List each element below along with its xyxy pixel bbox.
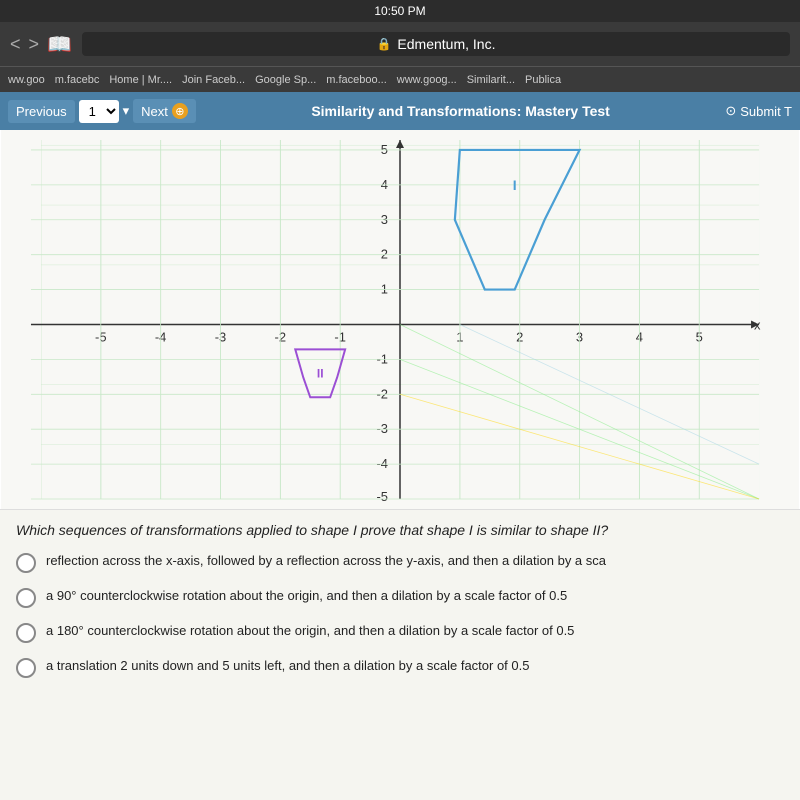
browser-nav-buttons: < > 📖: [10, 32, 72, 57]
bookmark-similar[interactable]: Similarit...: [467, 74, 515, 86]
forward-button[interactable]: >: [29, 32, 40, 57]
bookmark-wwwgoog[interactable]: www.goog...: [397, 74, 457, 86]
svg-text:-1: -1: [377, 351, 389, 366]
page-title: Similarity and Transformations: Mastery …: [200, 103, 721, 119]
bookmarks-bar: ww.goo m.facebc Home | Mr.... Join Faceb…: [0, 66, 800, 92]
option-text-4: a translation 2 units down and 5 units l…: [46, 657, 529, 675]
radio-button-3[interactable]: [16, 623, 36, 643]
bookmark-google[interactable]: ww.goo: [8, 74, 45, 86]
page-selector[interactable]: 1: [79, 100, 119, 123]
svg-text:II: II: [317, 366, 324, 380]
svg-text:1: 1: [381, 282, 388, 297]
svg-text:-4: -4: [377, 456, 389, 471]
previous-button[interactable]: Previous: [8, 100, 75, 123]
address-bar[interactable]: 🔒 Edmentum, Inc.: [82, 32, 790, 56]
radio-button-4[interactable]: [16, 658, 36, 678]
lock-icon: 🔒: [376, 37, 391, 51]
bookmark-home[interactable]: Home | Mr....: [109, 74, 172, 86]
answer-option-2: a 90° counterclockwise rotation about th…: [16, 587, 784, 608]
bookmark-joinfb[interactable]: Join Faceb...: [182, 74, 245, 86]
radio-button-1[interactable]: [16, 553, 36, 573]
svg-text:x: x: [754, 317, 761, 332]
next-circle-icon: ⊕: [172, 103, 188, 119]
option-text-2: a 90° counterclockwise rotation about th…: [46, 587, 567, 605]
submit-button[interactable]: ⊙ Submit T: [725, 103, 792, 119]
svg-text:2: 2: [381, 247, 388, 262]
domain-text: Edmentum, Inc.: [397, 36, 495, 52]
next-button[interactable]: Next ⊕: [133, 99, 196, 123]
bookmark-publica[interactable]: Publica: [525, 74, 561, 86]
coordinate-graph: -5 -4 -3 -2 -1 1 2 3 4 5 x 5 4 3 2 1 -1 …: [0, 130, 800, 509]
svg-text:-5: -5: [377, 489, 389, 504]
browser-chrome: < > 📖 🔒 Edmentum, Inc.: [0, 22, 800, 66]
svg-text:3: 3: [381, 212, 388, 227]
answer-option-4: a translation 2 units down and 5 units l…: [16, 657, 784, 678]
option-text-3: a 180° counterclockwise rotation about t…: [46, 622, 574, 640]
bookmark-mfacebook[interactable]: m.faceboo...: [326, 74, 387, 86]
time-display: 10:50 PM: [374, 4, 425, 18]
bookmark-googlesp[interactable]: Google Sp...: [255, 74, 316, 86]
graph-area: -5 -4 -3 -2 -1 1 2 3 4 5 x 5 4 3 2 1 -1 …: [0, 130, 800, 510]
back-button[interactable]: <: [10, 32, 21, 57]
bookmarks-icon: 📖: [47, 32, 72, 57]
status-bar: 10:50 PM: [0, 0, 800, 22]
question-text: Which sequences of transformations appli…: [16, 522, 784, 538]
svg-text:I: I: [513, 177, 517, 193]
nav-bar: Previous 1 ▾ Next ⊕ Similarity and Trans…: [0, 92, 800, 130]
svg-text:4: 4: [381, 177, 388, 192]
radio-button-2[interactable]: [16, 588, 36, 608]
question-area: Which sequences of transformations appli…: [0, 510, 800, 800]
svg-text:-2: -2: [377, 386, 389, 401]
svg-text:-3: -3: [377, 421, 389, 436]
next-label: Next: [141, 104, 168, 119]
bookmark-facebook[interactable]: m.facebc: [55, 74, 100, 86]
svg-text:5: 5: [381, 142, 388, 157]
circle-icon: ⊙: [725, 103, 736, 119]
option-text-1: reflection across the x-axis, followed b…: [46, 552, 606, 570]
main-content: -5 -4 -3 -2 -1 1 2 3 4 5 x 5 4 3 2 1 -1 …: [0, 130, 800, 800]
answer-option-3: a 180° counterclockwise rotation about t…: [16, 622, 784, 643]
answer-option-1: reflection across the x-axis, followed b…: [16, 552, 784, 573]
chevron-down-icon: ▾: [123, 103, 130, 119]
submit-label: Submit T: [740, 104, 792, 119]
